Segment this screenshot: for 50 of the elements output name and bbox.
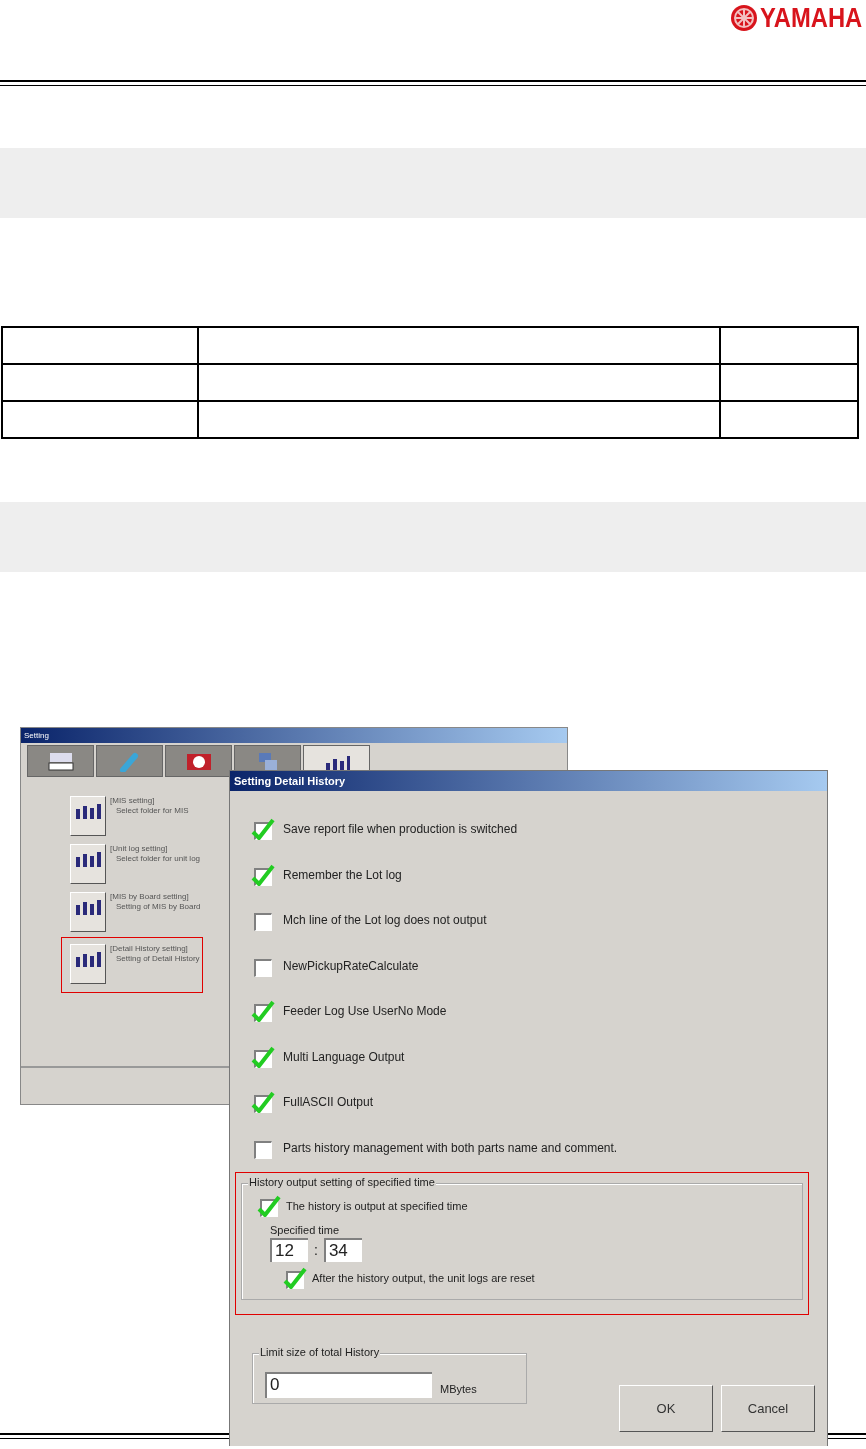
setting-title: [Detail History setting] [110, 944, 189, 954]
size-field[interactable]: 0 [265, 1371, 432, 1398]
option-label: The history is output at specified time [286, 1199, 468, 1212]
setting-button[interactable] [70, 844, 106, 884]
dialog-button[interactable]: Cancel [721, 1385, 815, 1432]
monitor-icon [45, 750, 76, 772]
checkbox[interactable] [251, 817, 275, 841]
group-title: History output setting of specified time [248, 1175, 436, 1188]
logo: YAMAHA [759, 2, 862, 34]
tab[interactable] [165, 745, 232, 777]
setting-button[interactable] [70, 944, 106, 984]
option-label: FullASCII Output [283, 1095, 374, 1109]
checkbox[interactable] [257, 1193, 281, 1218]
minute-field[interactable]: 34 [323, 1237, 362, 1262]
group-title: Limit size of total History [259, 1346, 381, 1358]
tab[interactable] [27, 745, 94, 777]
setting-title: [MIS setting] [110, 796, 156, 806]
unit-label: MBytes [440, 1382, 477, 1395]
checkbox[interactable] [251, 999, 275, 1023]
setting-title: [Unit log setting] [110, 844, 169, 854]
bar-chart-icon [74, 951, 102, 968]
hour-field[interactable]: 12 [270, 1237, 308, 1262]
bar-chart-icon [74, 851, 102, 868]
option-label: NewPickupRateCalculate [283, 958, 419, 973]
setting-description: Select folder for unit log [115, 854, 201, 864]
setting-button[interactable] [70, 892, 106, 932]
setting-description: Select folder for MIS [115, 806, 189, 816]
option-label: Mch line of the Lot log does not output [283, 913, 487, 927]
option-label: Remember the Lot log [283, 867, 402, 882]
setting-title: [MIS by Board setting] [110, 892, 190, 902]
option-label: Save report file when production is switched [283, 822, 518, 836]
checkbox[interactable] [251, 862, 275, 887]
bar-chart-icon [74, 803, 102, 820]
field-label: Specified time [270, 1223, 341, 1236]
dialog-button[interactable]: OK [619, 1385, 713, 1432]
option-label: Parts history management with both parts name and comment. [283, 1140, 618, 1155]
setting-button[interactable] [70, 796, 106, 836]
checkbox[interactable] [251, 1044, 275, 1069]
option-label: Multi Language Output [283, 1049, 405, 1064]
checkbox[interactable] [251, 1090, 275, 1114]
dialog-title: Setting Detail History [230, 771, 827, 791]
setting-description: Setting of Detail History [115, 954, 200, 964]
separator: : [314, 1241, 318, 1258]
bar-chart-icon [74, 899, 102, 916]
option-label: Feeder Log Use UserNo Mode [283, 1004, 447, 1018]
checkbox[interactable] [283, 1265, 307, 1290]
setting-description: Setting of MIS by Board [115, 902, 201, 912]
option-label: After the history output, the unit logs are reset [312, 1271, 535, 1284]
window-title: Setting [21, 728, 567, 743]
emblem-icon [729, 4, 758, 32]
